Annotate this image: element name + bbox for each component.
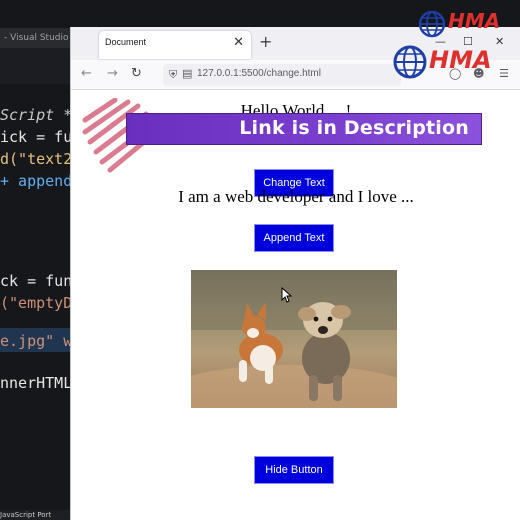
shield-icon[interactable]: ⛨ [169, 68, 177, 82]
code-line: e.jpg" wi [0, 332, 72, 350]
page-paragraph: I am a web developer and I love ... [178, 187, 414, 206]
url-bar[interactable]: ⛨ ▤ 127.0.0.1:5500/change.html [163, 64, 401, 86]
url-text[interactable]: 127.0.0.1:5500/change.html [197, 68, 321, 79]
code-line: d("text2" [0, 150, 72, 168]
menu-icon[interactable]: ☰ [499, 67, 509, 80]
dogs-photo [191, 270, 397, 408]
banner-text: Link is in Description [239, 117, 469, 139]
vscode-title: - Visual Studio Code [0, 28, 72, 48]
tab-title: Document [105, 37, 147, 47]
code-line: Script */ [0, 106, 72, 124]
code-line: ck = func [0, 272, 72, 290]
globe-icon [393, 45, 427, 79]
tab-document[interactable]: Document ✕ [99, 31, 251, 59]
forward-arrow-icon[interactable]: → [107, 66, 118, 82]
vscode-tabbar [0, 48, 72, 84]
reload-icon[interactable]: ↻ [131, 66, 142, 82]
back-arrow-icon[interactable]: ← [81, 66, 92, 82]
page-icon: ▤ [182, 67, 193, 80]
code-line: ick = func [0, 128, 72, 146]
hma-logo-top: HMA [418, 8, 518, 48]
hma-logo-main: HMA [392, 44, 492, 88]
mouse-cursor-icon [281, 287, 293, 303]
vscode-statusbar: JavaScript Port [0, 510, 72, 520]
code-line: nnerHTML [0, 374, 72, 392]
hma-logo-text-top: HMA [448, 9, 501, 33]
code-line: + append [0, 172, 72, 190]
tab-close-icon[interactable]: ✕ [233, 35, 244, 51]
hide-button[interactable]: Hide Button [254, 456, 334, 484]
hma-logo-text-main: HMA [429, 46, 492, 74]
promo-banner: Link is in Description [126, 113, 482, 145]
append-text-button[interactable]: Append Text [254, 224, 334, 252]
code-editor[interactable]: Script */ ick = func d("text2" + append … [0, 100, 72, 500]
dogs-illustration [191, 270, 397, 408]
new-tab-button[interactable]: + [259, 33, 272, 51]
code-line: ("emptyDi [0, 294, 72, 312]
